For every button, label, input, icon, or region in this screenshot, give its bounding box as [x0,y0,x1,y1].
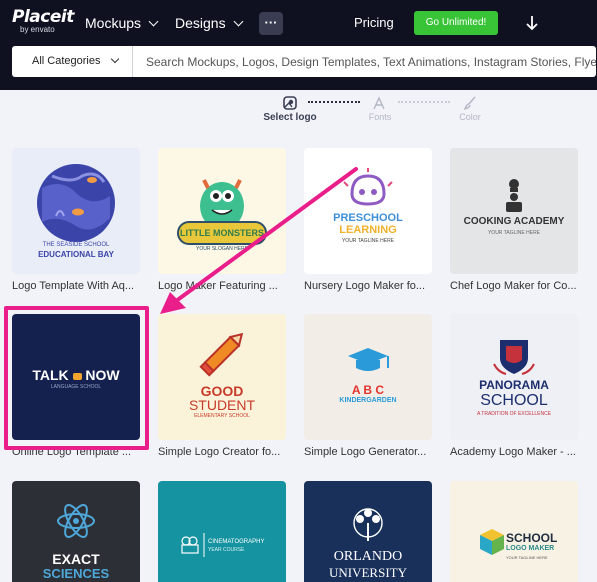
top-nav: Placeit by envato Mockups Designs ··· Pr… [0,0,597,46]
go-unlimited-button[interactable]: Go Unlimited! [414,11,498,35]
step-label: Select logo [263,112,317,123]
pricing-link[interactable]: Pricing [354,14,394,32]
logo-steps: Select logo Fonts Color [0,90,597,132]
step-label: Fonts [368,112,392,122]
mockups-label: Mockups [85,15,142,31]
more-menu-button[interactable]: ··· [259,12,283,35]
art-text-2: NOW [85,367,120,383]
template-title[interactable]: Simple Logo Generator... [304,445,436,459]
art-small-text: THE SEASIDE SCHOOL [42,242,110,248]
pencil-icon [199,332,244,377]
designs-label: Designs [175,15,226,31]
crest-shield-icon [493,340,535,375]
search-input[interactable] [134,46,596,77]
template-thumbnail[interactable]: ORLANDO UNIVERSITY [304,481,432,582]
template-title[interactable]: Chef Logo Maker for Co... [450,279,582,293]
art-small-text: A TRADITION OF EXCELLENCE [476,411,552,417]
chef-icon [506,179,522,212]
chevron-down-icon [111,54,120,64]
film-camera-icon [181,533,205,557]
template-thumbnail[interactable]: GOOD STUDENT ELEMENTARY SCHOOL [158,314,286,440]
template-thumbnail[interactable]: TALK NOW LANGUAGE SCHOOL [12,314,140,440]
art-small-text: YOUR TAGLINE HERE [341,238,395,244]
art-text: PRESCHOOL [333,212,403,224]
step-connector [308,101,360,103]
template-thumbnail[interactable]: SCHOOL LOGO MAKER YOUR TAGLINE HERE [450,481,578,582]
brain-icon [343,168,393,206]
art-text: EXACT [52,551,100,567]
art-text: CINEMATOGRAPHY [208,539,265,545]
template-title[interactable]: Logo Maker Featuring ... [158,279,290,293]
art-text: ORLANDO [333,549,403,564]
font-icon [373,96,385,110]
template-thumbnail[interactable]: THE SEASIDE SCHOOL EDUCATIONAL BAY [12,148,140,274]
art-text: COOKING ACADEMY [463,216,565,227]
template-title[interactable]: Academy Logo Maker - ... [450,445,582,459]
template-thumbnail[interactable]: COOKING ACADEMY YOUR TAGLINE HERE [450,148,578,274]
chevron-down-icon [148,16,159,27]
graduation-cap-icon [348,348,389,371]
step-connector [398,101,450,103]
template-title[interactable]: Nursery Logo Maker fo... [304,279,436,293]
template-thumbnail[interactable]: PRESCHOOL LEARNING YOUR TAGLINE HERE [304,148,432,274]
art-text-group: TALK NOW [12,367,140,383]
art-text-2: KINDERGARDEN [339,397,397,404]
art-small-text: LANGUAGE SCHOOL [50,384,102,390]
art-text-2: LOGO MAKER [506,545,555,552]
art-text: A B C [351,383,385,397]
template-thumbnail[interactable]: PANORAMA SCHOOL A TRADITION OF EXCELLENC… [450,314,578,440]
mockups-menu[interactable]: Mockups [85,14,159,32]
art-text-2: SCIENCES [42,566,110,581]
arrow-down-icon[interactable] [524,14,540,32]
template-thumbnail[interactable]: EXACT SCIENCES [12,481,140,582]
art-text: PANORAMA [479,378,549,392]
template-title[interactable]: Online Logo Template ... [12,445,144,459]
logo-select-icon [283,96,297,110]
step-color[interactable]: Color [452,96,488,122]
art-text: LITTLE MONSTERS [180,228,264,238]
art-text-2: STUDENT [188,397,256,413]
category-label: All Categories [32,55,101,67]
brush-icon [463,96,476,110]
placeit-logo[interactable]: Placeit by envato [12,7,74,35]
template-thumbnail[interactable]: CINEMATOGRAPHY YEAR COURSE [158,481,286,582]
art-text-2: UNIVERSITY [329,565,407,580]
art-text-2: LEARNING [339,224,397,236]
search-box: All Categories [12,46,596,77]
art-small-text: YEAR COURSE [208,547,245,553]
step-label: Color [459,112,481,122]
logo-text: Placeit [12,7,74,27]
art-small-text: YOUR TAGLINE HERE [487,230,541,236]
art-small-text: YOUR SLOGAN HERE [196,246,248,252]
template-title[interactable]: Logo Template With Aq... [12,279,144,293]
art-text-2: SCHOOL [480,392,548,409]
speech-bubble-icon [72,373,82,380]
category-select[interactable]: All Categories [12,46,133,77]
art-text: TALK [32,367,69,383]
chevron-down-icon [233,16,244,27]
template-thumbnail[interactable]: A B C KINDERGARDEN [304,314,432,440]
art-text: EDUCATIONAL BAY [38,250,114,259]
template-title[interactable]: Simple Logo Creator fo... [158,445,290,459]
art-small-text: ELEMENTARY SCHOOL [194,413,250,419]
step-fonts[interactable]: Fonts [362,96,398,122]
template-thumbnail[interactable]: LITTLE MONSTERS YOUR SLOGAN HERE [158,148,286,274]
search-bar-row: All Categories [0,46,597,90]
art-text: SCHOOL [506,531,558,545]
art-small-text: YOUR TAGLINE HERE [506,555,548,560]
monster-mascot-icon [177,179,267,245]
designs-menu[interactable]: Designs [175,14,244,32]
